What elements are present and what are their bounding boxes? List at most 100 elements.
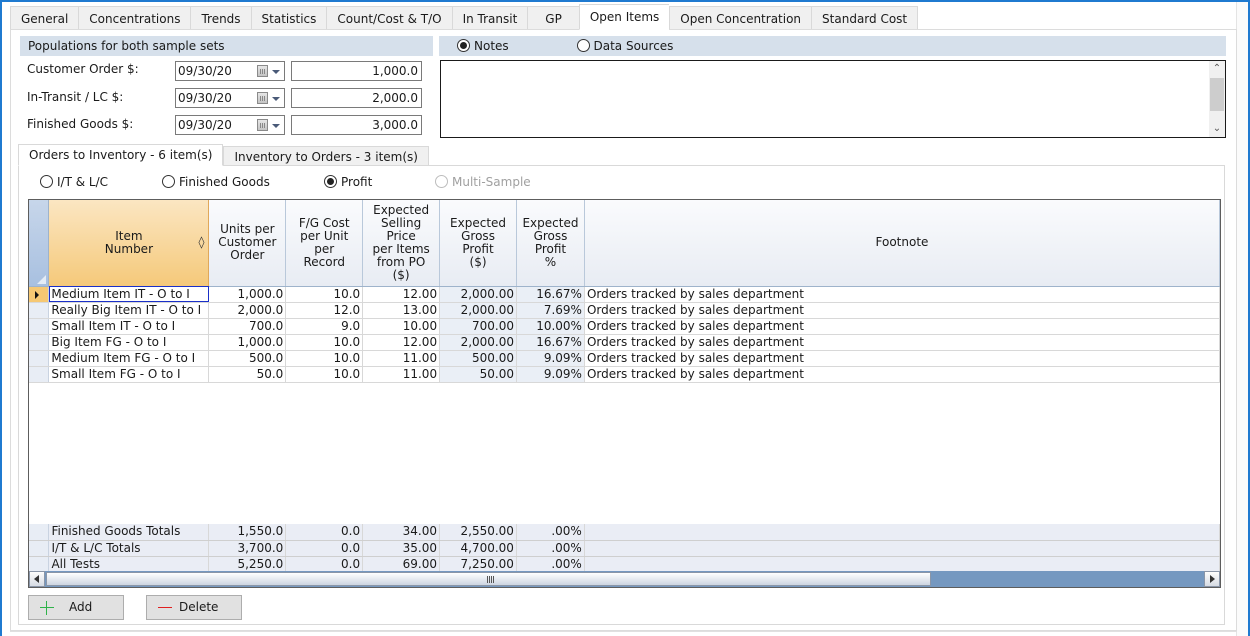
data-sources-radio[interactable]: Data Sources	[576, 39, 673, 53]
cell-footnote[interactable]	[584, 524, 1220, 541]
finished-goods-amount-field[interactable]: 3,000.0	[291, 115, 422, 135]
dropdown-arrow-icon[interactable]	[272, 97, 280, 101]
tab-general[interactable]: General	[10, 6, 79, 30]
column-header-gross-profit-pct[interactable]: Expected Gross Profit %	[516, 200, 585, 287]
cell-gross-profit-pct[interactable]: 10.00%	[516, 318, 585, 335]
totals-row[interactable]: I/T & L/C Totals 3,700.0 0.0 35.00 4,700.00.…	[29, 540, 1220, 557]
tab-in-transit[interactable]: In Transit	[451, 6, 528, 30]
cell-selling-price[interactable]: 11.00	[362, 350, 441, 367]
cell-fg-cost[interactable]: 0.0	[285, 556, 364, 573]
scroll-right-icon[interactable]	[1204, 571, 1220, 587]
table-row[interactable]: Small Item IT - O to I 700.0 9.0 10.00 700.0…	[29, 318, 1220, 335]
grid-horizontal-scrollbar[interactable]	[29, 571, 1220, 587]
cell-units-per-order[interactable]: 2,000.0	[208, 302, 287, 319]
calendar-icon[interactable]	[257, 92, 268, 104]
table-row[interactable]: Medium Item IT - O to I 1,000.0 10.0 12.00 2…	[29, 286, 1220, 303]
cell-units-per-order[interactable]: 50.0	[208, 366, 287, 383]
cell-footnote[interactable]: Orders tracked by sales department	[584, 350, 1220, 367]
select-all-corner[interactable]	[29, 200, 50, 287]
tab-open-concentration[interactable]: Open Concentration	[669, 6, 812, 30]
totals-row[interactable]: All Tests 5,250.0 0.0 69.00 7,250.00.00%	[29, 556, 1220, 573]
cell-selling-price[interactable]: 12.00	[362, 286, 441, 303]
cell-item-number[interactable]: All Tests	[48, 556, 210, 573]
table-row[interactable]: Small Item FG - O to I 50.0 10.0 11.00 50.00…	[29, 366, 1220, 383]
cell-fg-cost[interactable]: 10.0	[285, 350, 364, 367]
cell-footnote[interactable]	[584, 556, 1220, 573]
row-selector[interactable]	[29, 334, 50, 351]
cell-fg-cost[interactable]: 10.0	[285, 286, 364, 303]
tab-concentrations[interactable]: Concentrations	[78, 6, 191, 30]
customer-order-amount-field[interactable]: 1,000.0	[291, 61, 422, 81]
dropdown-arrow-icon[interactable]	[272, 124, 280, 128]
row-selector[interactable]	[29, 540, 50, 557]
row-selector[interactable]	[29, 286, 50, 303]
cell-gross-profit[interactable]: 2,000.00	[439, 302, 517, 319]
finished-goods-date-picker[interactable]: 09/30/20	[175, 115, 285, 135]
cell-gross-profit[interactable]: 4,700.00	[439, 540, 517, 557]
cell-gross-profit-pct[interactable]: 16.67%	[516, 286, 585, 303]
column-header-fg-cost[interactable]: F/G Cost per Unit per Record	[285, 200, 364, 287]
customer-order-date-picker[interactable]: 09/30/20	[175, 61, 285, 81]
cell-item-number[interactable]: Small Item FG - O to I	[48, 366, 210, 383]
option-it-lc[interactable]: I/T & L/C	[40, 175, 108, 189]
cell-fg-cost[interactable]: 12.0	[285, 302, 364, 319]
row-selector[interactable]	[29, 556, 50, 573]
table-row[interactable]: Big Item FG - O to I 1,000.0 10.0 12.00 2,00…	[29, 334, 1220, 351]
cell-units-per-order[interactable]: 500.0	[208, 350, 287, 367]
cell-units-per-order[interactable]: 5,250.0	[208, 556, 287, 573]
tab-statistics[interactable]: Statistics	[250, 6, 327, 30]
cell-units-per-order[interactable]: 700.0	[208, 318, 287, 335]
tab-count-cost-to[interactable]: Count/Cost & T/O	[326, 6, 452, 30]
row-selector[interactable]	[29, 318, 50, 335]
calendar-icon[interactable]	[257, 65, 268, 77]
scroll-down-icon[interactable]: ⌄	[1209, 121, 1225, 137]
cell-units-per-order[interactable]: 3,700.0	[208, 540, 287, 557]
cell-selling-price[interactable]: 34.00	[362, 524, 440, 541]
option-profit[interactable]: Profit	[324, 175, 372, 189]
tab-inventory-to-orders[interactable]: Inventory to Orders - 3 item(s)	[223, 146, 429, 166]
tab-standard-cost[interactable]: Standard Cost	[811, 6, 919, 30]
cell-units-per-order[interactable]: 1,550.0	[208, 524, 287, 541]
cell-fg-cost[interactable]: 10.0	[285, 334, 364, 351]
table-row[interactable]: Medium Item FG - O to I 500.0 10.0 11.00 500…	[29, 350, 1220, 367]
cell-item-number[interactable]: Medium Item IT - O to I	[48, 286, 210, 303]
tab-open-items[interactable]: Open Items	[578, 4, 670, 30]
column-header-item-number[interactable]: Item Number ◊	[48, 200, 210, 287]
column-header-selling-price[interactable]: Expected Selling Price per Items from PO…	[362, 200, 441, 287]
add-button[interactable]: Add	[28, 595, 124, 620]
cell-footnote[interactable]: Orders tracked by sales department	[584, 302, 1220, 319]
notes-textarea[interactable]: ⌃ ⌄	[440, 60, 1226, 138]
cell-gross-profit[interactable]: 50.00	[439, 366, 517, 383]
cell-units-per-order[interactable]: 1,000.0	[208, 334, 287, 351]
row-selector[interactable]	[29, 524, 50, 541]
cell-footnote[interactable]: Orders tracked by sales department	[584, 318, 1220, 335]
cell-gross-profit[interactable]: 2,000.00	[439, 334, 517, 351]
totals-row[interactable]: Finished Goods Totals 1,550.0 0.0 34.00 2,55…	[29, 524, 1220, 541]
cell-fg-cost[interactable]: 0.0	[285, 540, 364, 557]
cell-gross-profit[interactable]: 500.00	[439, 350, 517, 367]
cell-item-number[interactable]: Big Item FG - O to I	[48, 334, 210, 351]
calendar-icon[interactable]	[257, 119, 268, 131]
cell-selling-price[interactable]: 11.00	[362, 366, 441, 383]
cell-gross-profit-pct[interactable]: 9.09%	[516, 366, 585, 383]
cell-gross-profit-pct[interactable]: .00%	[516, 524, 585, 541]
cell-fg-cost[interactable]: 9.0	[285, 318, 364, 335]
tab-orders-to-inventory[interactable]: Orders to Inventory - 6 item(s)	[18, 144, 224, 166]
cell-item-number[interactable]: Medium Item FG - O to I	[48, 350, 210, 367]
cell-item-number[interactable]: Small Item IT - O to I	[48, 318, 210, 335]
row-selector[interactable]	[29, 366, 50, 383]
column-header-gross-profit[interactable]: Expected Gross Profit ($)	[439, 200, 517, 287]
cell-footnote[interactable]: Orders tracked by sales department	[584, 366, 1220, 383]
cell-gross-profit[interactable]: 2,550.00	[439, 524, 517, 541]
cell-item-number[interactable]: I/T & L/C Totals	[48, 540, 210, 557]
cell-selling-price[interactable]: 12.00	[362, 334, 441, 351]
cell-item-number[interactable]: Really Big Item IT - O to I	[48, 302, 210, 319]
option-finished-goods[interactable]: Finished Goods	[162, 175, 270, 189]
cell-gross-profit[interactable]: 7,250.00	[439, 556, 517, 573]
cell-gross-profit-pct[interactable]: 7.69%	[516, 302, 585, 319]
scroll-thumb[interactable]	[46, 572, 931, 586]
scroll-thumb[interactable]	[1210, 78, 1224, 111]
cell-selling-price[interactable]: 13.00	[362, 302, 441, 319]
notes-radio[interactable]: Notes	[457, 39, 513, 53]
cell-selling-price[interactable]: 69.00	[362, 556, 440, 573]
